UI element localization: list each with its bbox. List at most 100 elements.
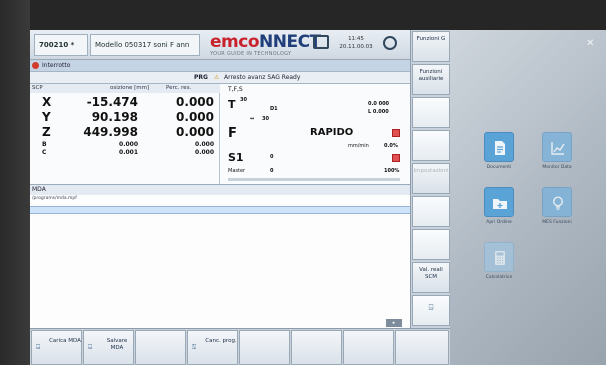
save-mda-label: Salvare MDA	[106, 338, 128, 351]
monitor-data-app[interactable]	[542, 132, 572, 162]
arrow-icon: ⍈	[88, 343, 93, 351]
axis-position: -15.474	[86, 95, 138, 109]
axis-name: X	[42, 95, 52, 109]
program-status-bar: PRG ⚠ Arresto avanz SAG Ready	[30, 72, 410, 84]
clock-date: 20.11.00.03	[339, 44, 373, 50]
axis-position: 0.000	[119, 141, 138, 148]
softkey-g-functions[interactable]: Funzioni G	[412, 31, 450, 62]
tool-number: 30	[240, 97, 247, 103]
channel-state: Interrotto	[42, 62, 71, 69]
axis-distance-to-go: 0.000	[176, 95, 214, 109]
open-order-app-label: Apri Ordine	[486, 220, 512, 225]
feed-label: F	[228, 126, 237, 141]
calculator-app[interactable]	[484, 242, 514, 272]
close-icon[interactable]: ✕	[586, 38, 594, 49]
mda-current-line[interactable]	[30, 206, 410, 214]
axis-distance-to-go: 0.000	[195, 141, 214, 148]
axis-position: 0.001	[119, 149, 138, 156]
softkey-bottom-empty-6[interactable]	[291, 330, 342, 365]
monitor-icon[interactable]	[313, 35, 329, 49]
mda-scroll-arrow[interactable]: ▸	[386, 319, 402, 327]
warning-icon: ⚠	[214, 74, 220, 81]
clock: 11:45 20.11.00.03	[335, 35, 377, 51]
power-icon[interactable]	[383, 36, 397, 50]
program-name-field[interactable]: Modello 050317 soni F ann pranto	[90, 34, 200, 69]
folder-add-icon	[493, 199, 507, 209]
tool-edge: D1	[270, 106, 278, 112]
save-mda-button[interactable]: ⍈ Salvare MDA	[83, 330, 134, 365]
axis-header-system: SCP	[32, 85, 43, 91]
horizontal-softkey-bar: ⍈ Carica MDA ⍈ Salvare MDA ⍂ Canc. prog.	[30, 328, 450, 365]
documents-app-label: Documenti	[486, 165, 512, 170]
load-mda-label: Carica MDA	[49, 338, 81, 344]
softkey-actual-values[interactable]: Val. reali SCM	[412, 262, 450, 293]
axis-name: Z	[42, 125, 51, 139]
photo-stage: 700210 * Modello 050317 soni F ann prant…	[0, 0, 606, 365]
mes-functions-app-label: MES Funzioni	[542, 220, 572, 225]
tool-offset-2: L 0.000	[368, 109, 389, 115]
monitor-bezel-left	[0, 0, 30, 365]
next-tool-number: 30	[262, 116, 269, 122]
tool-offset-1: 0.0 000	[368, 101, 390, 107]
spindle-override-indicator	[392, 154, 400, 162]
softkey-empty-4[interactable]	[412, 130, 450, 161]
softkey-bottom-empty-5[interactable]	[239, 330, 290, 365]
bulb-icon	[552, 196, 564, 210]
clock-time: 11:45	[348, 36, 364, 42]
load-mda-button[interactable]: ⍈ Carica MDA	[31, 330, 82, 365]
brand-logo: emcoNNECT YOUR GUIDE IN TECHNOLOGY	[210, 32, 321, 58]
delete-icon: ⍂	[192, 343, 197, 351]
documents-app[interactable]	[484, 132, 514, 162]
feed-percent: 0.0%	[384, 143, 398, 149]
tfs-header: T,F,S	[228, 86, 243, 93]
axis-header-dtg: Perc. res.	[166, 85, 192, 91]
softkey-aux-functions[interactable]: Funzioni ausiliarie	[412, 64, 450, 95]
delete-block-button[interactable]: ⍂ Canc. prog.	[187, 330, 238, 365]
calculator-app-label: Calcolatrice	[485, 275, 513, 280]
status-message: Arresto avanz SAG Ready	[224, 74, 301, 81]
app-launcher-panel: ✕ Documenti Monitor Data Apri Ordine MES…	[450, 30, 606, 365]
axis-distance-to-go: 0.000	[176, 125, 214, 139]
spindle-label: S1	[228, 151, 244, 164]
calculator-icon	[495, 251, 505, 265]
brand-logo-emco: emco	[210, 32, 260, 52]
tool-label: T	[228, 98, 236, 111]
axis-row-c: C 0.001 0.000	[30, 149, 220, 157]
softkey-bottom-empty-7[interactable]	[343, 330, 394, 365]
softkey-empty-7[interactable]	[412, 229, 450, 260]
next-tool-arrow: ↔	[250, 116, 255, 122]
axis-row-x: X -15.474 0.000	[30, 95, 220, 109]
monitor-bezel-top	[0, 0, 606, 30]
axis-row-y: Y 90.198 0.000	[30, 110, 220, 124]
axis-header: SCP osizione [mm] Perc. res.	[30, 84, 220, 93]
machine-id-field[interactable]: 700210 *	[34, 34, 88, 56]
softkey-settings[interactable]: Impostazioni	[412, 163, 450, 194]
vertical-softkey-bar: Funzioni G Funzioni ausiliarie Impostazi…	[410, 30, 450, 328]
cnc-screen: 700210 * Modello 050317 soni F ann prant…	[30, 30, 606, 365]
softkey-bottom-empty-3[interactable]	[135, 330, 186, 365]
arrow-icon: ⍈	[36, 343, 41, 351]
axis-position: 449.998	[83, 125, 138, 139]
delete-block-label: Canc. prog.	[205, 338, 237, 344]
feed-unit: mm/min	[348, 143, 369, 149]
alarm-icon	[32, 62, 39, 69]
mda-path: /programs/mda.mpf	[32, 196, 77, 201]
axis-distance-to-go: 0.000	[195, 149, 214, 156]
softkey-empty-6[interactable]	[412, 196, 450, 227]
open-order-app[interactable]	[484, 187, 514, 217]
axis-name: Y	[42, 110, 51, 124]
mes-functions-app[interactable]	[542, 187, 572, 217]
softkey-next-arrow[interactable]: ⍈	[412, 295, 450, 326]
axis-name: C	[42, 149, 47, 156]
brand-tagline: YOUR GUIDE IN TECHNOLOGY	[210, 51, 292, 57]
feed-mode: RAPIDO	[310, 127, 354, 138]
mda-editor[interactable]: MDA /programs/mda.mpf ▸	[30, 184, 410, 328]
softkey-empty-3[interactable]	[412, 97, 450, 128]
axis-row-z: Z 449.998 0.000	[30, 125, 220, 139]
spindle-load-bar	[228, 178, 400, 181]
axis-distance-to-go: 0.000	[176, 110, 214, 124]
softkey-bottom-empty-8[interactable]	[395, 330, 449, 365]
master-label: Master	[228, 168, 246, 174]
feed-override-indicator	[392, 129, 400, 137]
brand-logo-nnect: NNECT	[259, 32, 321, 52]
